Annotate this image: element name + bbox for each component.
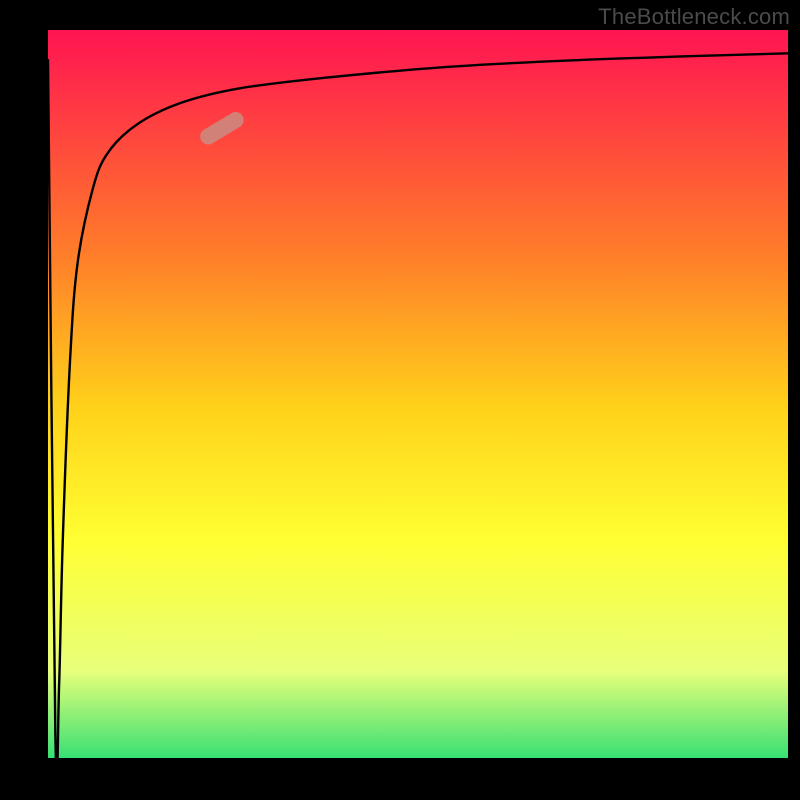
axis-left: [0, 0, 48, 800]
axis-bottom: [0, 758, 800, 800]
watermark-text: TheBottleneck.com: [598, 4, 790, 30]
chart-svg: [0, 0, 800, 800]
plot-background: [48, 30, 788, 758]
chart-root: TheBottleneck.com: [0, 0, 800, 800]
